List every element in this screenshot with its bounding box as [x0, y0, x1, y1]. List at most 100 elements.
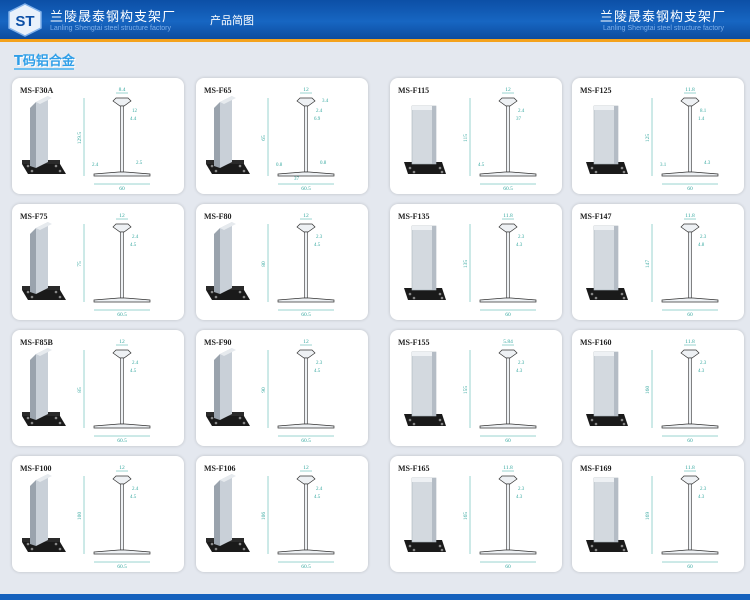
cap-width-label: 12 — [303, 87, 309, 93]
bolt-hole — [214, 547, 218, 551]
dimension-label: 2.3 — [518, 487, 525, 492]
bracket-side — [30, 354, 36, 420]
profile-cap — [296, 223, 316, 233]
bolt-hole — [590, 544, 594, 548]
profile-cap — [680, 349, 700, 359]
bolt-hole — [440, 170, 444, 174]
product-card-f147: 11.8 147 60 2.3 4.8 MS-F147 — [572, 204, 744, 320]
bolt-hole — [210, 542, 214, 546]
base-width-label: 60 — [505, 312, 511, 318]
dimension-label: 4.5 — [130, 369, 137, 374]
profile-web — [506, 483, 510, 551]
product-model-label: MS-F75 — [20, 212, 48, 221]
dimension-label: 2.3 — [316, 235, 323, 240]
dimension-label: 2.4 — [132, 487, 139, 492]
bolt-hole — [54, 416, 58, 420]
dimension-label: 2.3 — [518, 361, 525, 366]
extrusion-shade — [614, 106, 618, 164]
bolt-hole — [238, 290, 242, 294]
product-card-f100: 12 100 60.5 2.4 4.5 MS-F100 — [12, 456, 184, 572]
bracket-side — [30, 102, 36, 168]
profile-cap — [112, 97, 132, 107]
bolt-hole — [54, 290, 58, 294]
profile-web — [304, 231, 308, 299]
profile-web — [688, 357, 692, 425]
profile-cap — [112, 349, 132, 359]
dimension-label: 4.3 — [704, 161, 711, 166]
product-card-f169: 11.8 169 60 2.3 4.3 MS-F169 — [572, 456, 744, 572]
profile-cap — [680, 223, 700, 233]
profile-foot — [93, 423, 151, 429]
svg-text:ST: ST — [15, 13, 34, 30]
product-drawing: 11.8 147 60 2.3 4.8 — [586, 213, 719, 318]
height-label: 165 — [463, 512, 469, 521]
bolt-hole — [412, 422, 416, 426]
height-label: 80 — [261, 261, 267, 267]
base-width-label: 60.5 — [117, 438, 127, 444]
base-width-label: 60 — [687, 312, 693, 318]
bolt-hole — [214, 295, 218, 299]
bolt-hole — [622, 170, 626, 174]
dimension-label: 2.3 — [700, 487, 707, 492]
height-label: 106 — [261, 512, 267, 521]
extrusion-shade — [432, 226, 436, 290]
product-model-label: MS-F160 — [580, 338, 612, 347]
bolt-hole — [30, 169, 34, 173]
product-model-label: MS-F106 — [204, 464, 236, 473]
bolt-hole — [408, 544, 412, 548]
bracket-side — [30, 480, 36, 546]
base-width-label: 60.5 — [117, 564, 127, 570]
product-model-label: MS-F155 — [398, 338, 430, 347]
bolt-hole — [438, 292, 442, 296]
product-card-f65: 12 65 60.5 2.4 6.9 0.8 0.8 37 3.4 MS-F65 — [196, 78, 368, 194]
height-label: 100 — [77, 512, 83, 521]
dimension-label: 0.8 — [320, 161, 327, 166]
profile-cap — [112, 475, 132, 485]
product-card-f85b: 12 85 60.5 2.4 4.5 MS-F85B — [12, 330, 184, 446]
bolt-hole — [210, 164, 214, 168]
profile-foot — [661, 297, 719, 303]
cap-width-label: 8.4 — [119, 87, 126, 93]
product-model-label: MS-F80 — [204, 212, 232, 221]
bolt-hole — [594, 170, 598, 174]
dimension-label: 2.4 — [92, 163, 99, 168]
bracket-side — [214, 354, 220, 420]
profile-web — [506, 231, 510, 299]
height-label: 65 — [261, 135, 267, 141]
bracket-side — [214, 102, 220, 168]
dimension-label: 2.3 — [316, 361, 323, 366]
height-label: 90 — [261, 387, 267, 393]
profile-foot — [661, 549, 719, 555]
product-drawing: 12 85 60.5 2.4 4.5 — [22, 339, 151, 444]
profile-foot — [93, 171, 151, 177]
product-card-f80: 12 80 60.5 2.3 4.5 MS-F80 — [196, 204, 368, 320]
extrusion-shade — [432, 106, 436, 164]
product-drawing: 11.8 135 60 2.3 4.3 — [404, 213, 537, 318]
bolt-hole — [594, 296, 598, 300]
profile-web — [304, 105, 308, 173]
product-drawing: 12 115 60.5 2.4 37 4.5 — [404, 87, 537, 192]
cap-width-label: 12 — [119, 339, 125, 345]
height-label: 135 — [463, 260, 469, 269]
dimension-label: 2.4 — [518, 109, 525, 114]
dimension-label: 4.3 — [516, 369, 523, 374]
product-drawing: 12 65 60.5 2.4 6.9 0.8 0.8 37 3.4 — [206, 87, 335, 192]
bolt-hole — [26, 416, 30, 420]
company-name-right-en: Lanling Shengtai steel structure factory — [602, 25, 724, 32]
bolt-hole — [438, 544, 442, 548]
product-card-f30a: 8.4 129.5 60 12 4.4 2.4 2.5 MS-F30A — [12, 78, 184, 194]
product-model-label: MS-F30A — [20, 86, 54, 95]
extrusion-shade — [614, 226, 618, 290]
dimension-label: 2.4 — [316, 487, 323, 492]
bracket-side — [214, 228, 220, 294]
profile-foot — [479, 423, 537, 429]
profile-foot — [479, 171, 537, 177]
bolt-hole — [210, 416, 214, 420]
dimension-label: 2.4 — [132, 361, 139, 366]
profile-foot — [277, 549, 335, 555]
bolt-hole — [26, 164, 30, 168]
bolt-hole — [408, 292, 412, 296]
profile-cap — [296, 475, 316, 485]
bolt-hole — [594, 422, 598, 426]
bolt-hole — [58, 421, 62, 425]
